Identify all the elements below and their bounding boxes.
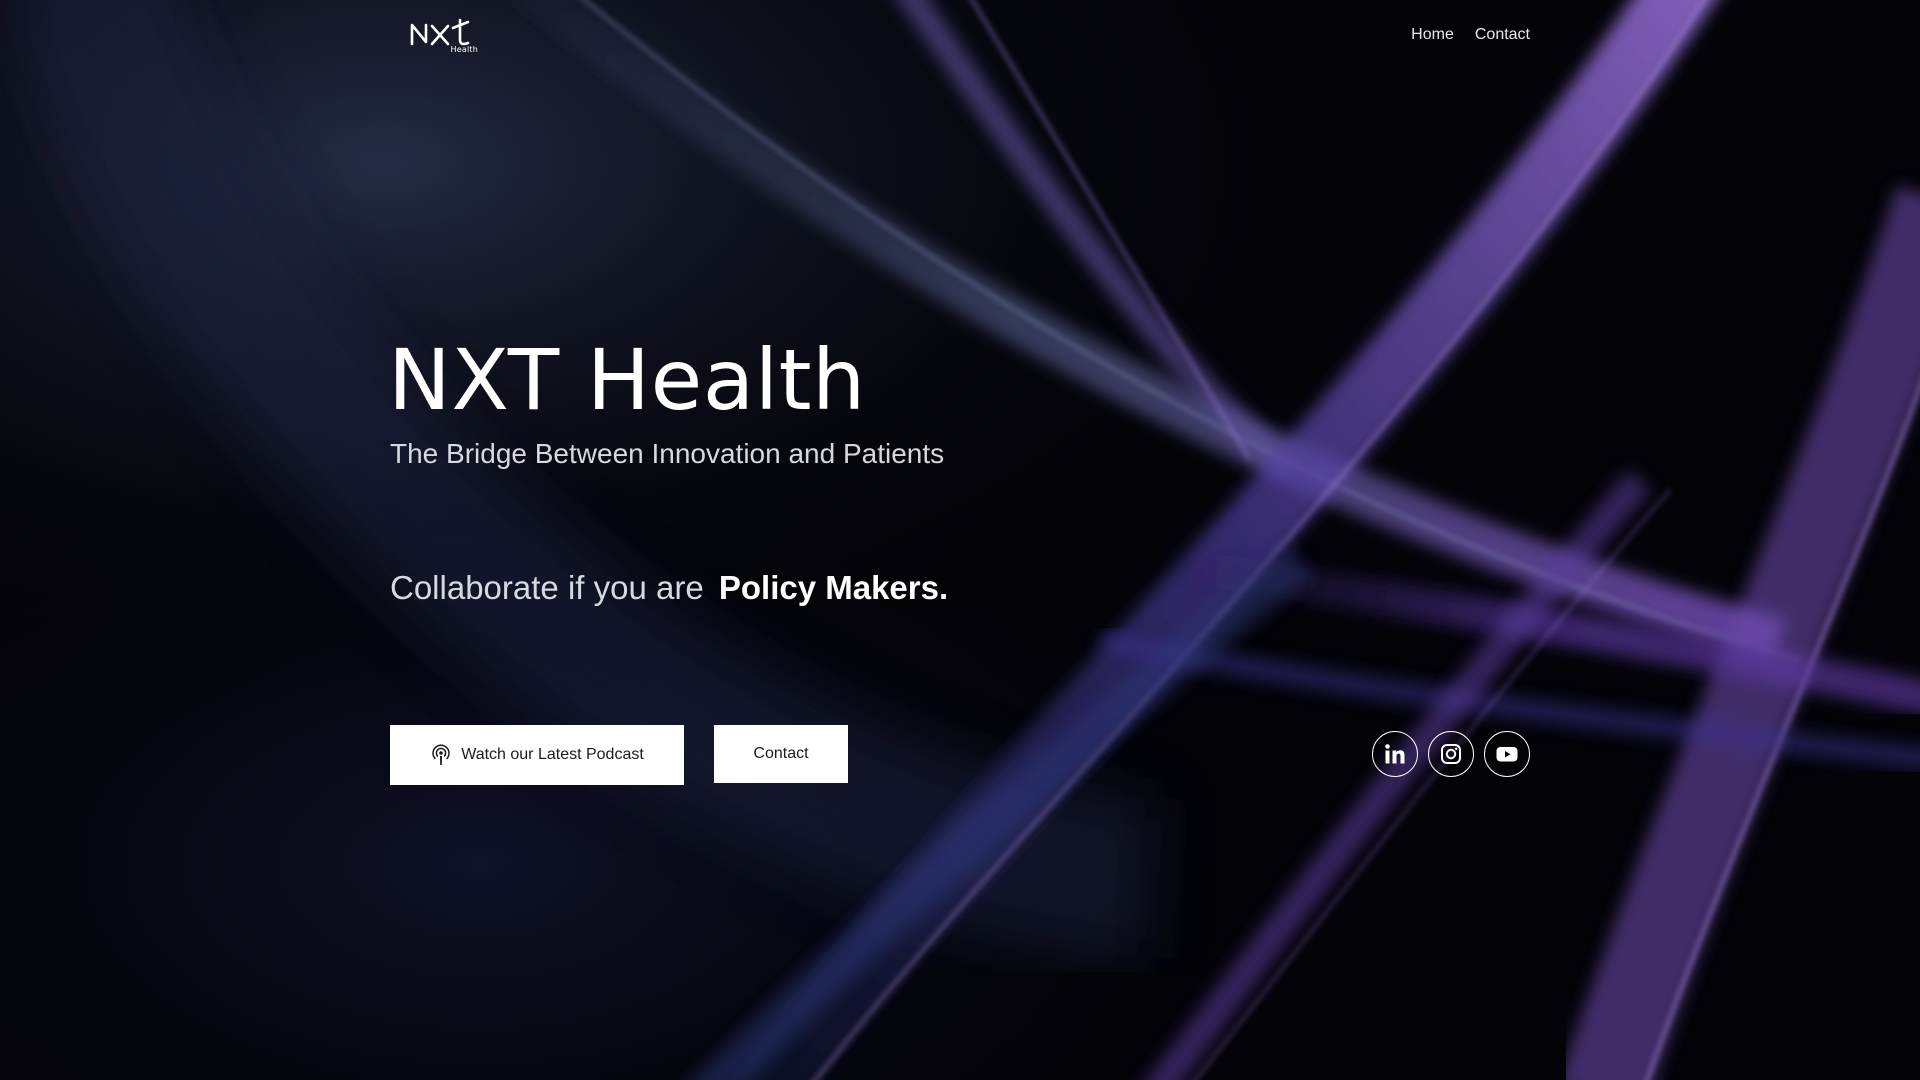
podcast-icon — [430, 743, 452, 767]
collaborate-lead-text: Collaborate if you are — [390, 569, 704, 606]
landing-page: Health Home Contact NXT Health The Bridg… — [0, 0, 1920, 1080]
linkedin-icon — [1385, 744, 1405, 764]
collaborate-audience-text: Policy Makers. — [718, 569, 949, 606]
instagram-link[interactable] — [1428, 731, 1474, 777]
contact-button-label: Contact — [753, 745, 809, 762]
youtube-icon — [1496, 747, 1518, 762]
hero-title: NXT Health — [388, 331, 866, 429]
linkedin-link[interactable] — [1372, 731, 1418, 777]
nav-home-link[interactable]: Home — [1411, 26, 1454, 44]
social-links — [1372, 731, 1530, 777]
collaborate-line: Collaborate if you are Policy Makers. — [390, 566, 948, 610]
hero-subtitle: The Bridge Between Innovation and Patien… — [390, 438, 945, 469]
contact-button[interactable]: Contact — [714, 725, 848, 783]
logo-subtext: Health — [450, 45, 478, 54]
brand-logo[interactable]: Health — [410, 18, 482, 56]
nav-contact-link[interactable]: Contact — [1475, 26, 1530, 44]
instagram-icon — [1441, 744, 1461, 764]
watch-podcast-button[interactable]: Watch our Latest Podcast — [390, 725, 684, 785]
youtube-link[interactable] — [1484, 731, 1530, 777]
watch-podcast-label: Watch our Latest Podcast — [461, 746, 644, 763]
top-navigation: Home Contact — [1411, 26, 1530, 44]
